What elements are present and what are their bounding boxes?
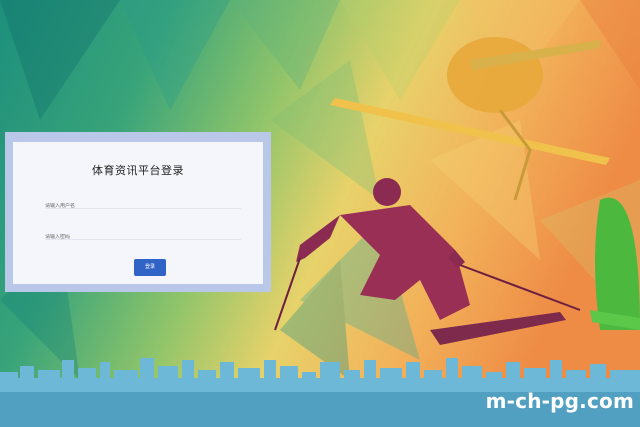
login-button[interactable]: 登录: [134, 259, 166, 276]
password-field[interactable]: [45, 223, 241, 240]
username-input[interactable]: [45, 203, 241, 209]
username-field[interactable]: [45, 192, 241, 209]
login-title: 体育资讯平台登录: [92, 164, 184, 177]
password-input[interactable]: [45, 234, 241, 240]
site-watermark: m-ch-pg.com: [485, 389, 634, 413]
login-card: 体育资讯平台登录 登录: [13, 142, 263, 284]
